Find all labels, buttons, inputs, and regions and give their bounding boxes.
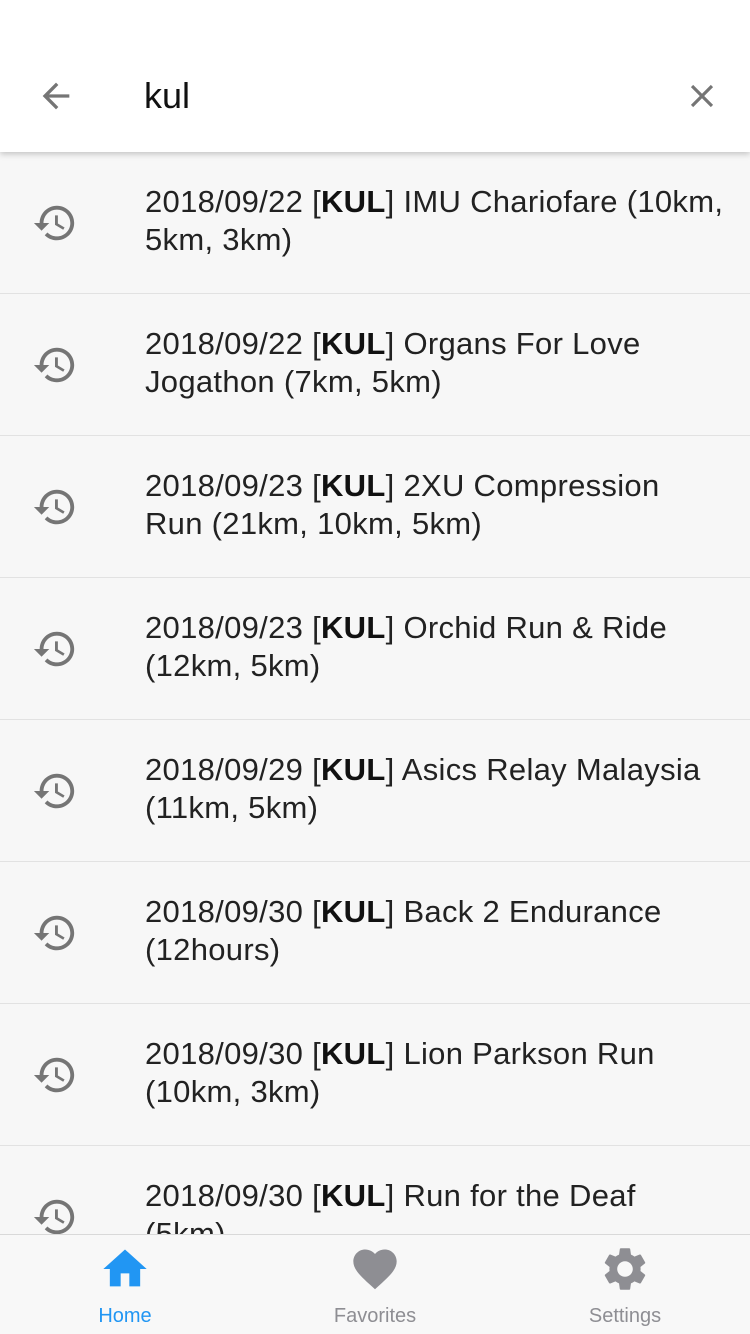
result-text: 2018/09/22 [KUL] IMU Chariofare (10km, 5…: [145, 184, 724, 257]
result-text: 2018/09/30 [KUL] Run for the Deaf (5km): [145, 1177, 725, 1234]
result-text: 2018/09/29 [KUL] Asics Relay Malaysia (1…: [145, 752, 701, 825]
tab-settings[interactable]: Settings: [500, 1235, 750, 1334]
back-button[interactable]: [24, 64, 88, 128]
history-icon: [33, 631, 75, 667]
result-location-tag: KUL: [320, 894, 386, 929]
search-result-item[interactable]: 2018/09/30 [KUL] Lion Parkson Run (10km,…: [0, 1004, 750, 1146]
result-location-tag: KUL: [320, 468, 386, 503]
result-location-tag: KUL: [320, 326, 386, 361]
result-date: 2018/09/30: [145, 1178, 304, 1213]
clear-search-button[interactable]: [670, 64, 734, 128]
search-result-item[interactable]: 2018/09/30 [KUL] Back 2 Endurance (12hou…: [0, 862, 750, 1004]
history-icon: [33, 489, 75, 525]
tab-home-label: Home: [98, 1305, 152, 1327]
result-text: 2018/09/22 [KUL] Organs For Love Jogatho…: [145, 326, 641, 399]
result-location-tag: KUL: [320, 752, 386, 787]
search-result-item[interactable]: 2018/09/22 [KUL] IMU Chariofare (10km, 5…: [0, 152, 750, 294]
result-date: 2018/09/30: [145, 1036, 304, 1071]
bottom-tab-bar: Home Favorites Settings: [0, 1234, 750, 1334]
result-text: 2018/09/23 [KUL] 2XU Compression Run (21…: [145, 468, 660, 541]
home-icon: [103, 1249, 147, 1287]
history-icon: [33, 773, 75, 809]
result-date: 2018/09/22: [145, 184, 304, 219]
search-result-item[interactable]: 2018/09/29 [KUL] Asics Relay Malaysia (1…: [0, 720, 750, 862]
search-result-item[interactable]: 2018/09/23 [KUL] 2XU Compression Run (21…: [0, 436, 750, 578]
arrow-left-icon: [42, 82, 70, 110]
tab-favorites-label: Favorites: [333, 1305, 417, 1327]
search-header: [0, 0, 750, 152]
close-icon: [690, 84, 714, 108]
search-input[interactable]: [144, 66, 644, 126]
result-date: 2018/09/23: [145, 610, 304, 645]
result-location-tag: KUL: [320, 184, 386, 219]
result-date: 2018/09/22: [145, 326, 304, 361]
history-icon: [33, 347, 75, 383]
result-location-tag: KUL: [320, 1178, 386, 1213]
history-icon: [33, 915, 75, 951]
tab-home[interactable]: Home: [0, 1235, 250, 1334]
result-location-tag: KUL: [320, 1036, 386, 1071]
heart-icon: [353, 1249, 397, 1290]
search-result-item[interactable]: 2018/09/30 [KUL] Run for the Deaf (5km): [0, 1146, 750, 1234]
gear-icon: [604, 1248, 646, 1290]
history-icon: [33, 1057, 75, 1093]
search-result-item[interactable]: 2018/09/23 [KUL] Orchid Run & Ride (12km…: [0, 578, 750, 720]
search-result-item[interactable]: 2018/09/22 [KUL] Organs For Love Jogatho…: [0, 294, 750, 436]
history-icon: [33, 205, 75, 241]
tab-settings-label: Settings: [588, 1305, 662, 1327]
result-date: 2018/09/23: [145, 468, 304, 503]
search-results-list: 2018/09/22 [KUL] IMU Chariofare (10km, 5…: [0, 152, 750, 1234]
result-location-tag: KUL: [320, 610, 386, 645]
result-text: 2018/09/30 [KUL] Lion Parkson Run (10km,…: [145, 1036, 655, 1109]
result-text: 2018/09/30 [KUL] Back 2 Endurance (12hou…: [145, 894, 662, 967]
result-date: 2018/09/29: [145, 752, 304, 787]
result-date: 2018/09/30: [145, 894, 304, 929]
result-text: 2018/09/23 [KUL] Orchid Run & Ride (12km…: [145, 610, 667, 683]
tab-favorites[interactable]: Favorites: [250, 1235, 500, 1334]
history-icon: [33, 1199, 75, 1234]
screen: 2018/09/22 [KUL] IMU Chariofare (10km, 5…: [0, 0, 750, 1334]
